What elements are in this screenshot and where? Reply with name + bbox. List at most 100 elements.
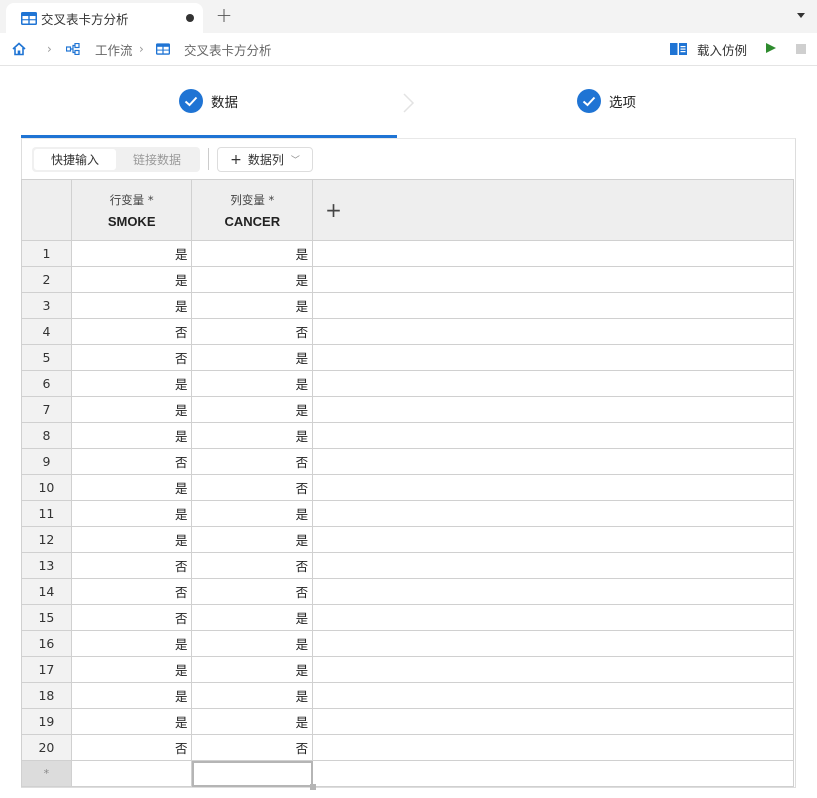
cell-cancer[interactable]: 是 (191, 682, 314, 709)
cell-cancer[interactable]: 是 (191, 526, 314, 553)
corner-cell[interactable] (21, 179, 72, 241)
empty-cell[interactable] (312, 526, 794, 553)
empty-cell[interactable] (312, 240, 794, 267)
empty-cell[interactable] (312, 578, 794, 605)
empty-cell[interactable] (312, 604, 794, 631)
row-number[interactable]: 16 (21, 630, 72, 657)
cell-smoke[interactable]: 否 (70, 734, 193, 761)
stop-icon[interactable] (796, 44, 806, 54)
link-data-tab[interactable]: 链接数据 (116, 149, 198, 170)
row-number[interactable]: 4 (21, 318, 72, 345)
cell-cancer[interactable]: 是 (191, 240, 314, 267)
column-header-smoke[interactable]: 行变量 * SMOKE (70, 179, 193, 241)
column-header-cancer[interactable]: 列变量 * CANCER (191, 179, 314, 241)
cell-smoke[interactable]: 否 (70, 344, 193, 371)
cell-cancer[interactable]: 是 (191, 396, 314, 423)
cell-smoke[interactable]: 否 (70, 318, 193, 345)
empty-cell[interactable] (312, 266, 794, 293)
cell-smoke[interactable]: 是 (70, 422, 193, 449)
row-number[interactable]: 17 (21, 656, 72, 683)
cell-cancer[interactable]: 是 (191, 266, 314, 293)
empty-cell[interactable] (312, 552, 794, 579)
row-number[interactable]: 10 (21, 474, 72, 501)
fill-handle[interactable] (310, 784, 317, 790)
add-data-column-button[interactable]: + 数据列 ﹀ (217, 147, 313, 172)
empty-cell[interactable] (312, 292, 794, 319)
cell-cancer[interactable]: 否 (191, 552, 314, 579)
row-number[interactable]: 20 (21, 734, 72, 761)
step-options[interactable]: 选项 (577, 89, 636, 113)
new-cell-cancer-selected[interactable] (191, 760, 317, 790)
empty-cell[interactable] (312, 708, 794, 735)
row-number[interactable]: 15 (21, 604, 72, 631)
cell-cancer[interactable]: 否 (191, 318, 314, 345)
row-number[interactable]: 8 (21, 422, 72, 449)
empty-cell[interactable] (312, 656, 794, 683)
cell-cancer[interactable]: 是 (191, 292, 314, 319)
cell-cancer[interactable]: 是 (191, 630, 314, 657)
row-number[interactable]: 1 (21, 240, 72, 267)
cell-smoke[interactable]: 是 (70, 266, 193, 293)
new-row-marker[interactable]: * (21, 760, 72, 787)
empty-cell[interactable] (312, 500, 794, 527)
row-number[interactable]: 7 (21, 396, 72, 423)
cell-smoke[interactable]: 是 (70, 682, 193, 709)
row-number[interactable]: 11 (21, 500, 72, 527)
row-number[interactable]: 14 (21, 578, 72, 605)
cell-smoke[interactable]: 是 (70, 630, 193, 657)
quick-input-tab[interactable]: 快捷输入 (34, 149, 116, 170)
empty-cell[interactable] (312, 422, 794, 449)
breadcrumb-workflow[interactable]: 工作流 (66, 33, 133, 65)
row-number[interactable]: 9 (21, 448, 72, 475)
cell-smoke[interactable]: 否 (70, 604, 193, 631)
cell-smoke[interactable]: 是 (70, 526, 193, 553)
add-column-button[interactable]: + (312, 179, 794, 241)
cell-cancer[interactable]: 否 (191, 734, 314, 761)
cell-smoke[interactable]: 是 (70, 500, 193, 527)
empty-cell[interactable] (312, 318, 794, 345)
cell-smoke[interactable]: 是 (70, 474, 193, 501)
cell-smoke[interactable]: 否 (70, 552, 193, 579)
empty-cell[interactable] (312, 734, 794, 761)
play-icon[interactable] (766, 43, 776, 53)
cell-smoke[interactable]: 否 (70, 448, 193, 475)
cell-cancer[interactable]: 是 (191, 500, 314, 527)
empty-cell[interactable] (312, 396, 794, 423)
cell-smoke[interactable]: 是 (70, 708, 193, 735)
cell-cancer[interactable]: 是 (191, 344, 314, 371)
empty-cell[interactable] (312, 760, 794, 787)
row-number[interactable]: 19 (21, 708, 72, 735)
cell-cancer[interactable]: 是 (191, 422, 314, 449)
row-number[interactable]: 3 (21, 292, 72, 319)
row-number[interactable]: 6 (21, 370, 72, 397)
cell-smoke[interactable]: 是 (70, 656, 193, 683)
cell-smoke[interactable]: 是 (70, 240, 193, 267)
cell-cancer[interactable]: 是 (191, 656, 314, 683)
cell-cancer[interactable]: 否 (191, 448, 314, 475)
cell-smoke[interactable]: 否 (70, 578, 193, 605)
row-number[interactable]: 5 (21, 344, 72, 371)
cell-cancer[interactable]: 是 (191, 370, 314, 397)
row-number[interactable]: 13 (21, 552, 72, 579)
breadcrumb-home[interactable] (12, 33, 26, 65)
load-example-button[interactable]: 载入仿例 (670, 33, 747, 65)
cell-cancer[interactable]: 是 (191, 708, 314, 735)
unsaved-dot-icon[interactable] (186, 14, 194, 22)
row-number[interactable]: 18 (21, 682, 72, 709)
cell-smoke[interactable]: 是 (70, 396, 193, 423)
cell-smoke[interactable]: 是 (70, 292, 193, 319)
breadcrumb-current[interactable]: 交叉表卡方分析 (156, 33, 272, 65)
empty-cell[interactable] (312, 370, 794, 397)
cell-cancer[interactable]: 否 (191, 474, 314, 501)
empty-cell[interactable] (312, 682, 794, 709)
empty-cell[interactable] (312, 474, 794, 501)
new-cell-smoke[interactable] (70, 760, 193, 787)
tab-menu-caret-icon[interactable] (797, 13, 805, 18)
cell-cancer[interactable]: 是 (191, 604, 314, 631)
empty-cell[interactable] (312, 630, 794, 657)
cell-smoke[interactable]: 是 (70, 370, 193, 397)
row-number[interactable]: 2 (21, 266, 72, 293)
step-data[interactable]: 数据 (179, 89, 238, 113)
new-tab-button[interactable]: + (214, 4, 234, 26)
empty-cell[interactable] (312, 448, 794, 475)
